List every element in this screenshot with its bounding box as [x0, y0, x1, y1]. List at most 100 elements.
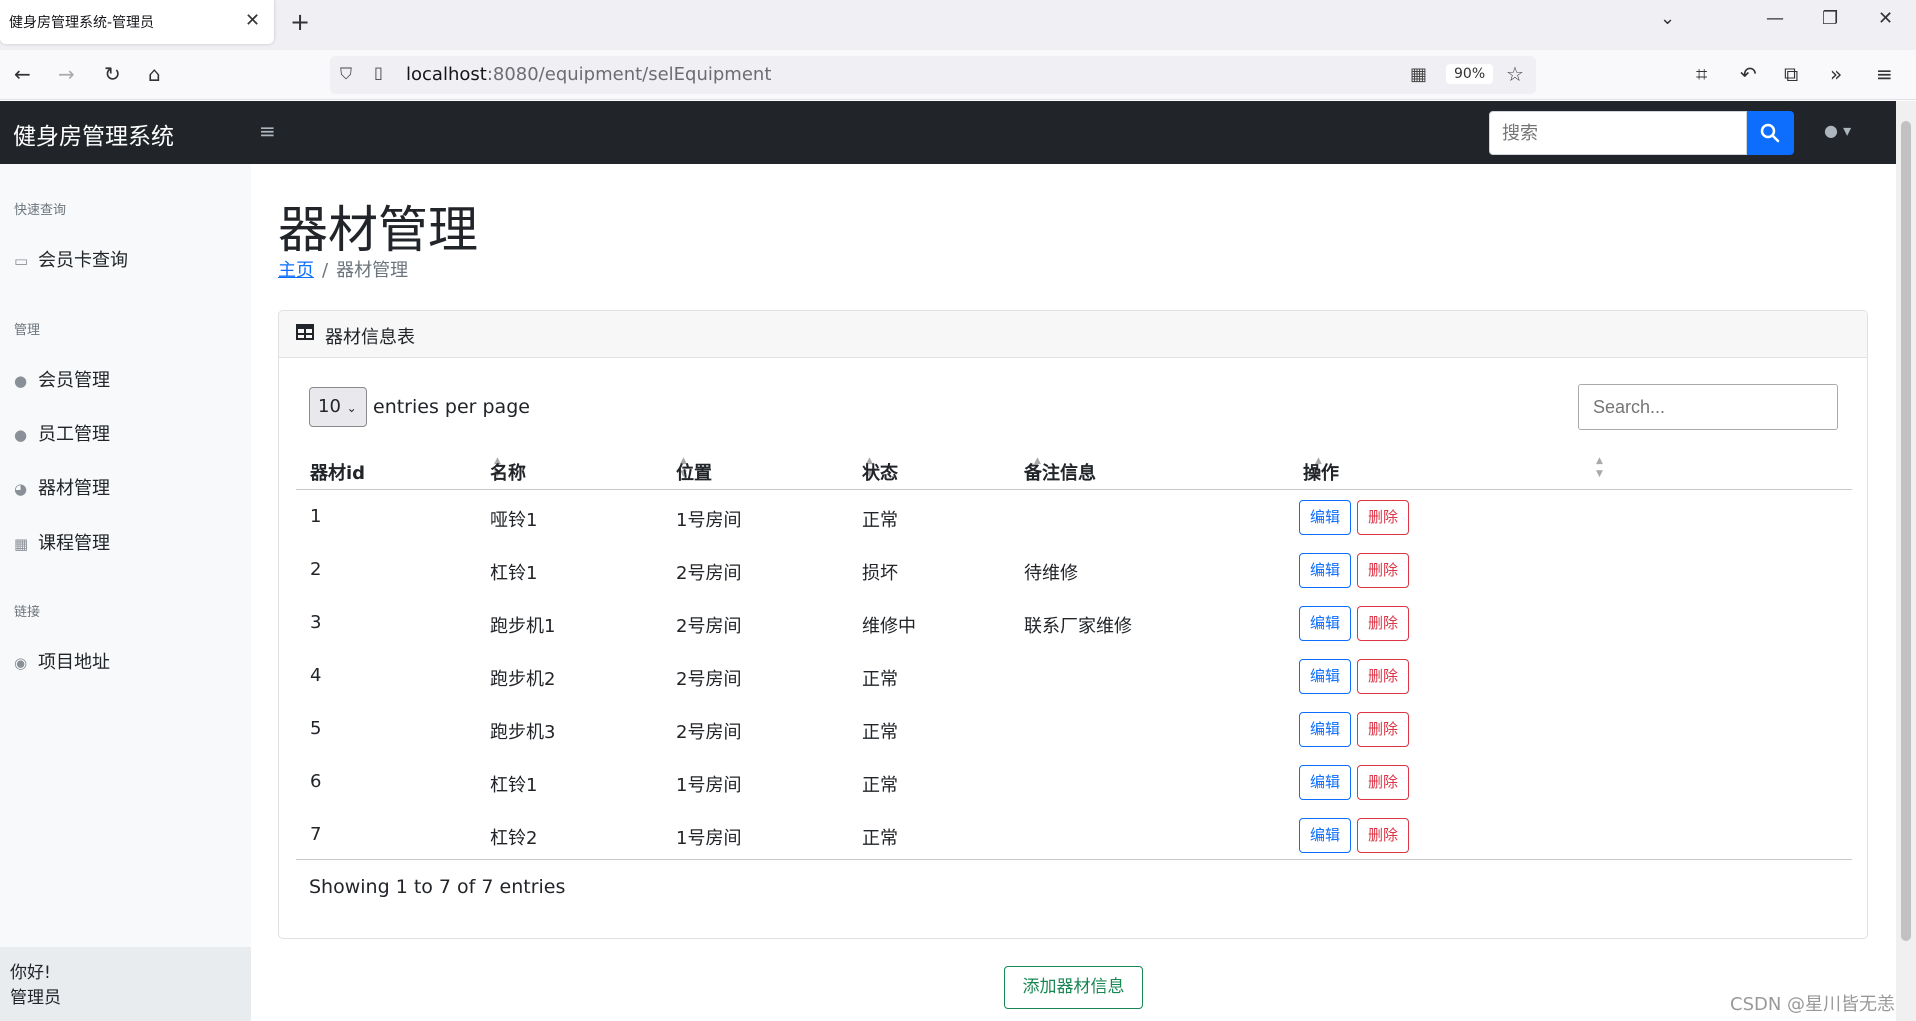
page-info-icon[interactable]: ▯ [374, 63, 383, 82]
app-brand[interactable]: 健身房管理系统 [13, 117, 174, 151]
home-icon[interactable]: ⌂ [148, 62, 161, 86]
user-tie-icon: ● [14, 426, 28, 444]
github-icon: ◉ [14, 654, 28, 672]
cell-note: 联系厂家维修 [1024, 616, 1132, 637]
delete-button[interactable]: 删除 [1357, 818, 1409, 853]
column-header-actions[interactable]: 操作 [1303, 459, 1339, 485]
breadcrumb-current: 器材管理 [336, 260, 409, 281]
menu-icon[interactable]: ≡ [1876, 62, 1893, 86]
table-tennis-icon: ◕ [14, 480, 28, 498]
column-header-location[interactable]: 位置 [676, 459, 712, 485]
cell-status: 正常 [862, 510, 898, 531]
edit-button[interactable]: 编辑 [1299, 500, 1351, 535]
sidebar-heading-manage: 管理 [14, 323, 41, 338]
table-row: 5 跑步机3 2号房间 正常 编辑 删除 [296, 702, 1852, 755]
user-icon: ● [14, 372, 28, 390]
edit-button[interactable]: 编辑 [1299, 765, 1351, 800]
page-scrollbar[interactable] [1896, 101, 1916, 1021]
cell-location: 2号房间 [676, 669, 742, 690]
tab-title: 健身房管理系统-管理员 [9, 15, 155, 31]
undo-icon[interactable]: ↶ [1740, 62, 1757, 86]
caret-down-icon: ▾ [1843, 121, 1852, 140]
sidebar-heading-quick: 快速查询 [14, 203, 67, 218]
url-bar[interactable]: ⛉ ▯ localhost:8080/equipment/selEquipmen… [330, 56, 1536, 94]
cell-name: 跑步机3 [490, 722, 556, 743]
edit-button[interactable]: 编辑 [1299, 659, 1351, 694]
cell-name: 哑铃1 [490, 510, 538, 531]
cell-location: 2号房间 [676, 722, 742, 743]
delete-button[interactable]: 删除 [1357, 553, 1409, 588]
table-row: 4 跑步机2 2号房间 正常 编辑 删除 [296, 649, 1852, 702]
bookmark-star-icon[interactable]: ☆ [1506, 62, 1524, 86]
cell-id: 3 [310, 612, 322, 633]
extensions-icon[interactable]: ⧉ [1784, 62, 1798, 86]
sidebar-toggle-icon[interactable]: ≡ [259, 119, 276, 143]
zoom-level[interactable]: 90% [1446, 64, 1494, 84]
forward-arrow-icon[interactable]: → [58, 62, 75, 86]
tab-close-icon[interactable]: ✕ [245, 10, 260, 31]
id-card-icon: ▭ [14, 252, 29, 270]
sidebar-item-project[interactable]: ◉ 项目地址 [14, 648, 110, 674]
cell-id: 7 [310, 824, 322, 845]
crop-icon[interactable]: ⌗ [1696, 62, 1707, 86]
edit-button[interactable]: 编辑 [1299, 553, 1351, 588]
sidebar-item-card-query[interactable]: ▭ 会员卡查询 [14, 246, 128, 272]
edit-button[interactable]: 编辑 [1299, 712, 1351, 747]
user-dropdown[interactable]: ● ▾ [1824, 121, 1851, 140]
reload-icon[interactable]: ↻ [104, 62, 121, 86]
sidebar-item-staff[interactable]: ● 员工管理 [14, 420, 110, 446]
scroll-thumb[interactable] [1901, 121, 1911, 941]
tab-list-chevron-icon[interactable]: ⌄ [1660, 8, 1675, 29]
new-tab-icon[interactable]: + [290, 8, 310, 36]
sidebar-heading-links: 链接 [14, 605, 41, 620]
column-header-status[interactable]: 状态 [862, 459, 898, 485]
minimize-icon[interactable]: — [1766, 8, 1784, 29]
navbar-search-button[interactable] [1747, 111, 1794, 155]
qr-code-icon[interactable]: ▦ [1410, 64, 1427, 85]
column-header-name[interactable]: 名称 [490, 459, 526, 485]
table-row: 3 跑步机1 2号房间 维修中 联系厂家维修 编辑 删除 [296, 596, 1852, 649]
entries-info: Showing 1 to 7 of 7 entries [309, 876, 566, 898]
shield-icon[interactable]: ⛉ [340, 64, 352, 84]
delete-button[interactable]: 删除 [1357, 659, 1409, 694]
overflow-chevrons-icon[interactable]: » [1830, 62, 1842, 86]
edit-button[interactable]: 编辑 [1299, 606, 1351, 641]
cell-name: 杠铃1 [490, 775, 538, 796]
cell-name: 杠铃2 [490, 828, 538, 849]
select-chevron-icon: ⌄ [346, 401, 357, 415]
table-row: 2 杠铃1 2号房间 损坏 待维修 编辑 删除 [296, 543, 1852, 596]
delete-button[interactable]: 删除 [1357, 606, 1409, 641]
card-header: 器材信息表 [279, 311, 1867, 358]
column-header-note[interactable]: 备注信息 [1024, 459, 1096, 485]
per-page-select[interactable]: 10 ⌄ [309, 387, 367, 427]
cell-status: 正常 [862, 722, 898, 743]
close-window-icon[interactable]: ✕ [1878, 8, 1893, 29]
delete-button[interactable]: 删除 [1357, 500, 1409, 535]
column-header-id[interactable]: 器材id [310, 459, 365, 485]
back-arrow-icon[interactable]: ← [14, 62, 31, 86]
cell-status: 损坏 [862, 563, 898, 584]
browser-tab[interactable]: 健身房管理系统-管理员 ✕ [0, 0, 274, 44]
user-icon: ● [1824, 121, 1838, 140]
url-text[interactable]: localhost:8080/equipment/selEquipment [406, 64, 771, 85]
cell-status: 正常 [862, 775, 898, 796]
cell-id: 2 [310, 559, 322, 580]
footer-username: 管理员 [10, 988, 61, 1008]
restore-icon[interactable]: ❐ [1822, 8, 1838, 29]
sort-icon[interactable]: ▲ ▼ [1596, 455, 1603, 481]
navbar-search-input[interactable] [1489, 111, 1747, 155]
breadcrumb: 主页 / 器材管理 [278, 256, 408, 282]
table-bottom-divider [296, 859, 1852, 860]
table-row: 7 杠铃2 1号房间 正常 编辑 删除 [296, 808, 1852, 861]
breadcrumb-home-link[interactable]: 主页 [278, 260, 314, 281]
delete-button[interactable]: 删除 [1357, 765, 1409, 800]
delete-button[interactable]: 删除 [1357, 712, 1409, 747]
cell-location: 1号房间 [676, 510, 742, 531]
edit-button[interactable]: 编辑 [1299, 818, 1351, 853]
sidebar-item-equipment[interactable]: ◕ 器材管理 [14, 474, 110, 500]
sidebar-item-members[interactable]: ● 会员管理 [14, 366, 110, 392]
table-search-input[interactable] [1578, 384, 1838, 430]
sidebar-item-courses[interactable]: ▦ 课程管理 [14, 529, 110, 555]
add-equipment-button[interactable]: 添加器材信息 [1004, 966, 1143, 1009]
cell-location: 1号房间 [676, 828, 742, 849]
